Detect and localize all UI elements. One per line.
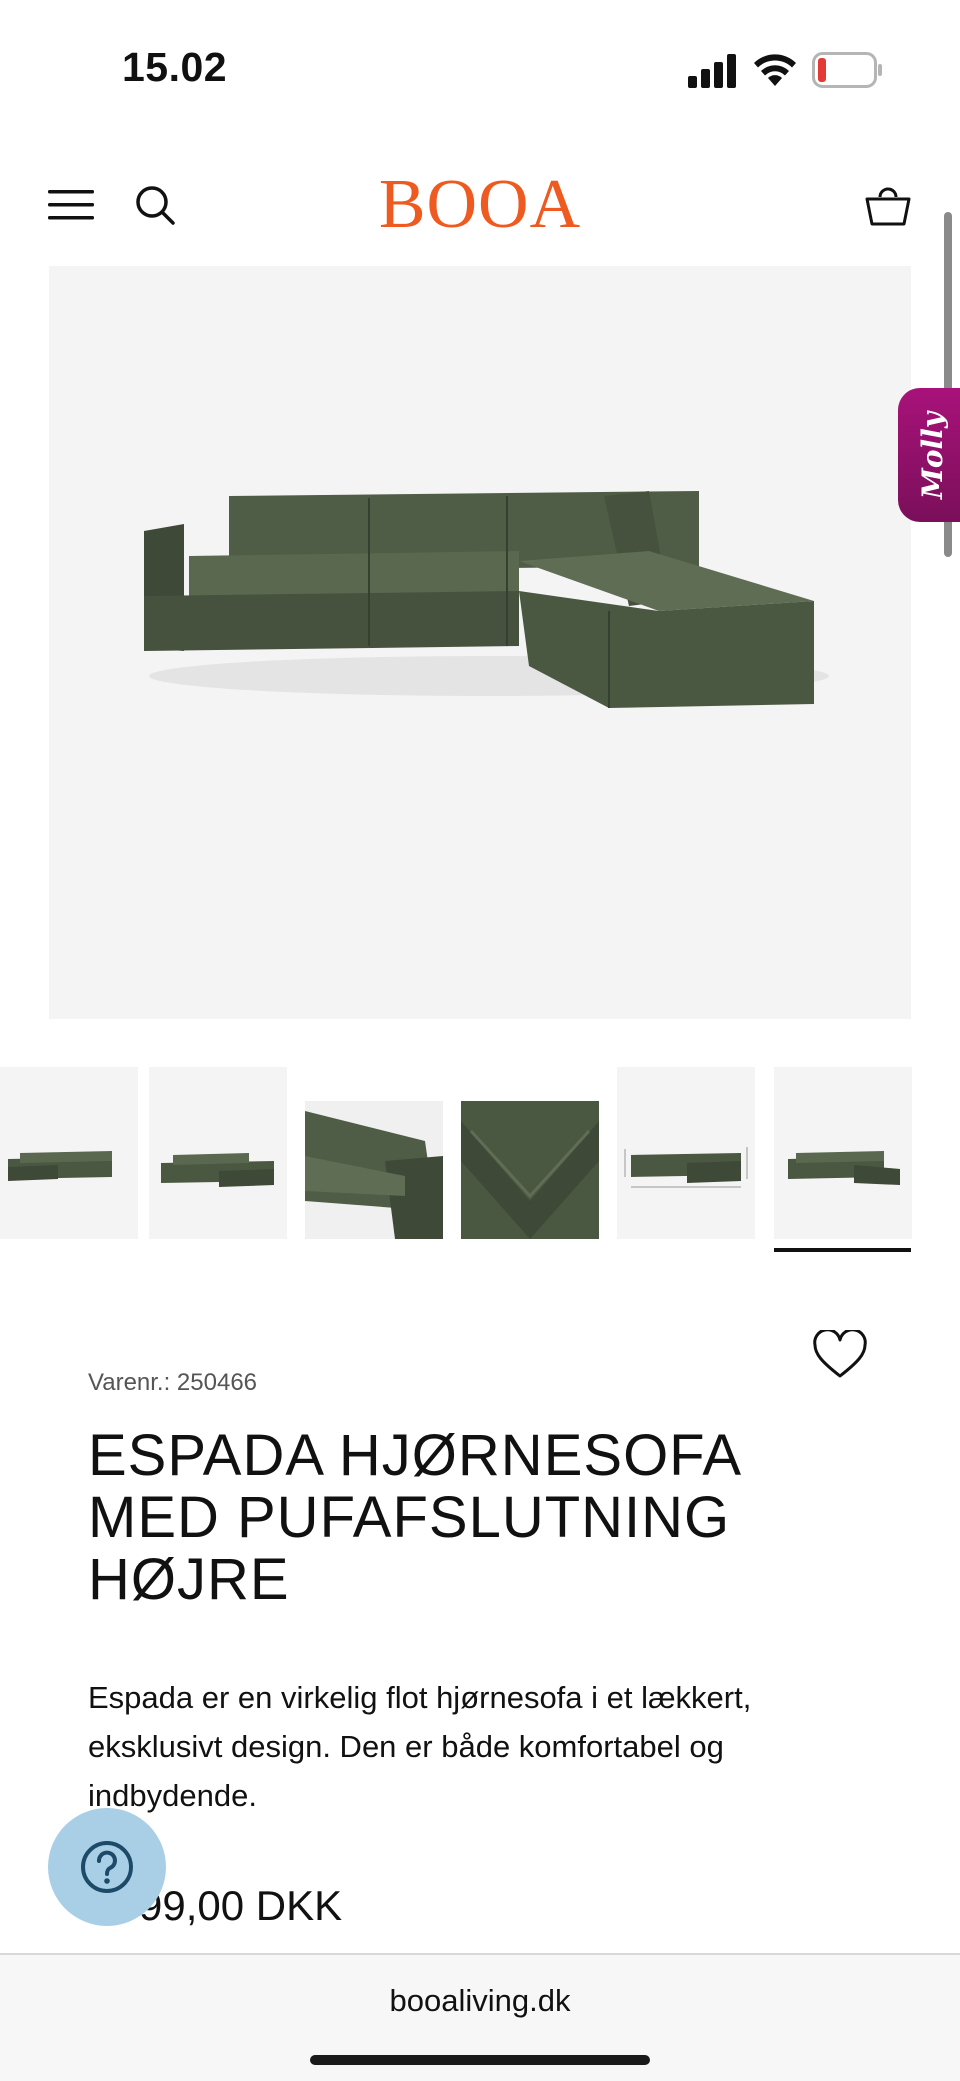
molly-label: Molly (916, 411, 950, 499)
thumbnail-6[interactable] (774, 1067, 912, 1239)
thumbnail-2[interactable] (149, 1067, 287, 1239)
product-main-image[interactable] (49, 266, 911, 1019)
help-button[interactable] (48, 1808, 166, 1926)
thumbnail-5[interactable] (617, 1067, 755, 1239)
help-icon (81, 1841, 133, 1893)
product-sku: Varenr.: 250466 (88, 1369, 258, 1396)
molly-chat-tab[interactable]: Molly (898, 388, 960, 522)
status-time: 15.02 (122, 44, 228, 90)
browser-bottom-bar: booaliving.dk (0, 1953, 960, 2081)
product-title: ESPADA HJØRNESOFA MED PUFAFSLUTNING HØJR… (88, 1423, 739, 1612)
address-bar-url[interactable]: booaliving.dk (0, 1983, 960, 2019)
home-indicator[interactable] (310, 2055, 650, 2065)
thumbnail-4[interactable] (461, 1101, 599, 1239)
battery-low-icon (812, 52, 882, 88)
site-logo[interactable]: BOOA (0, 170, 960, 240)
product-description: Espada er en virkelig flot hjørnesofa i … (88, 1680, 752, 1813)
thumbnail-3[interactable] (305, 1101, 443, 1239)
heart-icon[interactable] (812, 1330, 868, 1380)
wifi-icon (754, 54, 796, 86)
cart-icon[interactable] (864, 180, 912, 228)
thumbnail-1[interactable] (0, 1067, 138, 1239)
signal-icon (688, 54, 736, 88)
thumbnail-strip (0, 1067, 960, 1257)
status-bar: 15.02 (0, 0, 960, 140)
thumbnail-active-indicator (774, 1248, 911, 1252)
site-header: BOOA (0, 140, 960, 270)
